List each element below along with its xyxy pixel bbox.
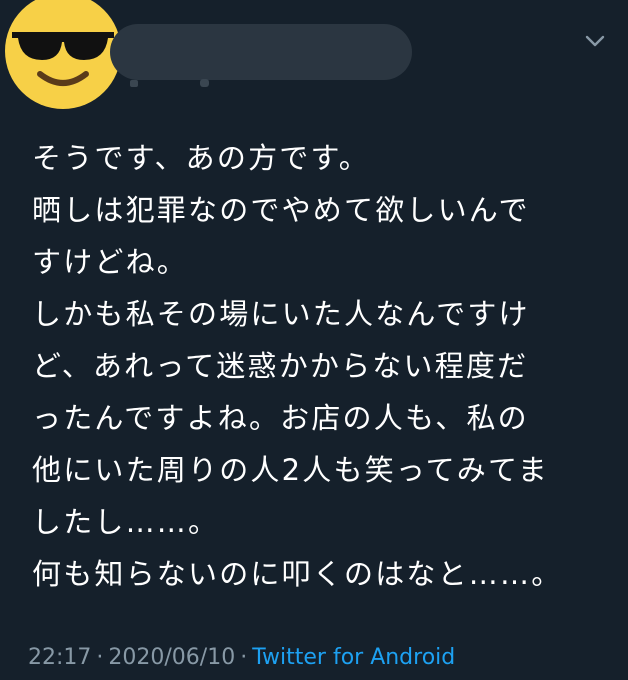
tweet-text-line: ったんですよね。お店の人も、私の (32, 401, 529, 435)
tweet-text-line: そうです、あの方です。 (32, 141, 370, 175)
chevron-down-icon[interactable] (580, 28, 610, 54)
tweet-text-line: しかも私その場にいた人なんですけ (32, 297, 530, 331)
tweet-time[interactable]: 22:17 (28, 645, 91, 670)
tweet-text-line: 晒しは犯罪なのでやめて欲しいんで (32, 193, 530, 227)
tweet-source-link[interactable]: Twitter for Android (252, 645, 455, 670)
tweet-text-line: 他にいた周りの人2人も笑ってみてま (32, 453, 549, 487)
tweet-text-line: ど、あれって迷惑かからない程度だ (32, 349, 529, 383)
tweet-text: そうです、あの方です。 晒しは犯罪なのでやめて欲しいんで すけどね。 しかも私そ… (32, 132, 602, 600)
meta-separator: · (240, 645, 248, 670)
redacted-user-handle (130, 79, 209, 87)
tweet-text-line: すけどね。 (32, 245, 189, 279)
avatar-sunglasses-face-icon[interactable] (4, 0, 122, 110)
redacted-user-name[interactable] (110, 24, 412, 80)
tweet-card: そうです、あの方です。 晒しは犯罪なのでやめて欲しいんで すけどね。 しかも私そ… (0, 0, 628, 680)
tweet-text-line: したし……。 (32, 505, 220, 539)
tweet-metadata: 22:17 · 2020/06/10 · Twitter for Android (28, 645, 455, 670)
meta-separator: · (96, 645, 104, 670)
tweet-text-line: 何も知らないのに叩くのはなと……。 (32, 557, 563, 591)
tweet-date[interactable]: 2020/06/10 (108, 645, 235, 670)
